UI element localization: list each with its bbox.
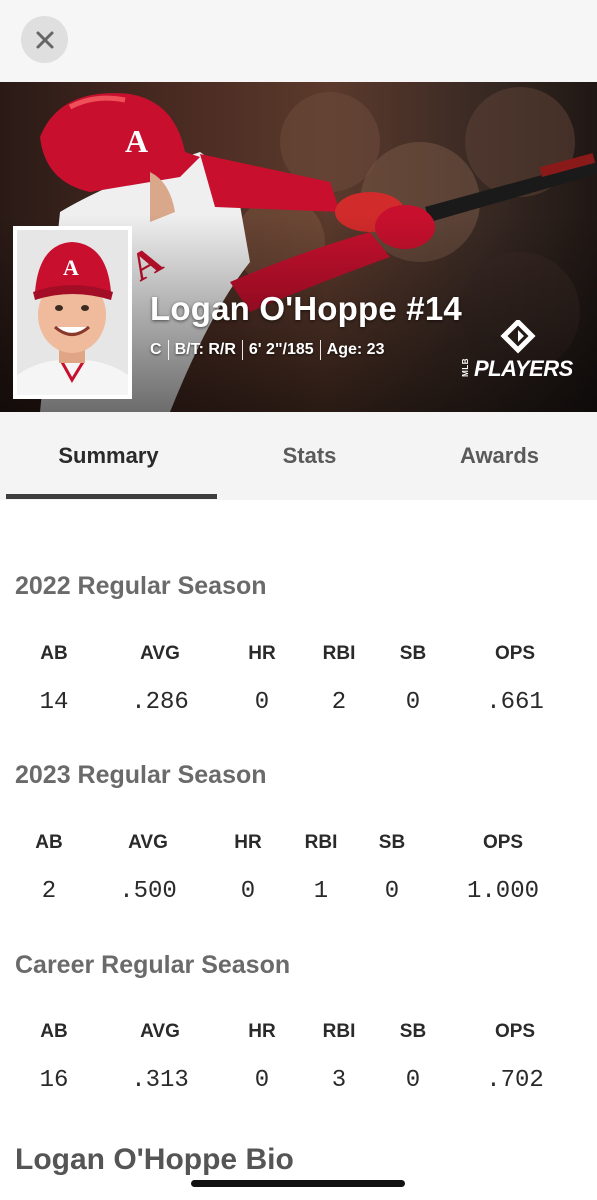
stat-header-hr: HR bbox=[248, 1021, 276, 1042]
players-logo-text: PLAYERS bbox=[474, 356, 573, 381]
svg-text:A: A bbox=[63, 255, 79, 280]
close-button[interactable] bbox=[21, 16, 68, 63]
stat-value-avg: .500 bbox=[119, 878, 177, 905]
player-height-weight: 6' 2"/185 bbox=[248, 341, 314, 358]
stat-header-hr: HR bbox=[234, 832, 262, 853]
stat-header-ops: OPS bbox=[482, 832, 524, 853]
stat-value-avg: .286 bbox=[131, 689, 189, 716]
stat-value-ab: 2 bbox=[41, 878, 57, 905]
stat-header-ab: AB bbox=[35, 832, 63, 853]
stat-header-hr: HR bbox=[248, 643, 276, 664]
top-bar bbox=[0, 0, 597, 82]
stat-header-ab: AB bbox=[40, 643, 68, 664]
stat-value-ops: .702 bbox=[486, 1067, 544, 1094]
mlb-logo-text: MLB bbox=[461, 358, 470, 377]
stat-header-ops: OPS bbox=[494, 643, 536, 664]
stat-header-sb: SB bbox=[378, 832, 406, 853]
meta-divider bbox=[167, 340, 169, 360]
stat-value-hr: 0 bbox=[254, 689, 270, 716]
stat-header-ab: AB bbox=[40, 1021, 68, 1042]
bio-title: Logan O'Hoppe Bio bbox=[15, 1143, 294, 1176]
active-tab-indicator bbox=[6, 494, 217, 499]
tab-awards[interactable]: Awards bbox=[402, 412, 597, 500]
stat-header-sb: SB bbox=[399, 643, 427, 664]
stat-value-row: 16 .313 0 3 0 .702 bbox=[0, 1067, 597, 1097]
stat-header-rbi: RBI bbox=[304, 832, 338, 853]
player-name: Logan O'Hoppe #14 bbox=[150, 290, 462, 327]
stat-value-row: 2 .500 0 1 0 1.000 bbox=[0, 878, 597, 908]
player-meta: C B/T: R/R 6' 2"/185 Age: 23 bbox=[150, 340, 384, 360]
player-position: C bbox=[150, 341, 162, 358]
player-bats-throws: B/T: R/R bbox=[174, 341, 236, 358]
stat-header-sb: SB bbox=[399, 1021, 427, 1042]
stat-header-avg: AVG bbox=[140, 643, 180, 664]
stat-header-avg: AVG bbox=[140, 1021, 180, 1042]
stat-value-avg: .313 bbox=[131, 1067, 189, 1094]
stat-value-sb: 0 bbox=[405, 1067, 421, 1094]
stat-header-row: AB AVG HR RBI SB OPS bbox=[0, 643, 597, 673]
stat-value-sb: 0 bbox=[384, 878, 400, 905]
stat-value-ab: 14 bbox=[39, 689, 69, 716]
stat-value-ops: 1.000 bbox=[466, 878, 540, 905]
stat-value-rbi: 3 bbox=[331, 1067, 347, 1094]
stat-value-hr: 0 bbox=[254, 1067, 270, 1094]
stat-header-row: AB AVG HR RBI SB OPS bbox=[0, 832, 597, 862]
stat-value-sb: 0 bbox=[405, 689, 421, 716]
stat-value-rbi: 2 bbox=[331, 689, 347, 716]
player-age: Age: 23 bbox=[326, 341, 385, 358]
stat-value-row: 14 .286 0 2 0 .661 bbox=[0, 689, 597, 719]
stat-header-row: AB AVG HR RBI SB OPS bbox=[0, 1021, 597, 1051]
stat-header-ops: OPS bbox=[494, 1021, 536, 1042]
meta-divider bbox=[241, 340, 243, 360]
tab-summary[interactable]: Summary bbox=[0, 412, 217, 500]
stat-header-avg: AVG bbox=[128, 832, 168, 853]
home-indicator[interactable] bbox=[191, 1180, 405, 1187]
stat-header-rbi: RBI bbox=[322, 643, 356, 664]
stat-value-ops: .661 bbox=[486, 689, 544, 716]
stat-value-hr: 0 bbox=[240, 878, 256, 905]
meta-divider bbox=[319, 340, 321, 360]
section-title-career: Career Regular Season bbox=[15, 951, 291, 979]
stat-value-rbi: 1 bbox=[313, 878, 329, 905]
tab-stats[interactable]: Stats bbox=[217, 412, 402, 500]
player-headshot: A bbox=[13, 226, 132, 399]
close-icon bbox=[36, 31, 53, 48]
stat-header-rbi: RBI bbox=[322, 1021, 356, 1042]
tab-bar: Summary Stats Awards bbox=[0, 412, 597, 500]
section-title-2023: 2023 Regular Season bbox=[15, 761, 267, 789]
stat-value-ab: 16 bbox=[39, 1067, 69, 1094]
section-title-2022: 2022 Regular Season bbox=[15, 572, 267, 600]
